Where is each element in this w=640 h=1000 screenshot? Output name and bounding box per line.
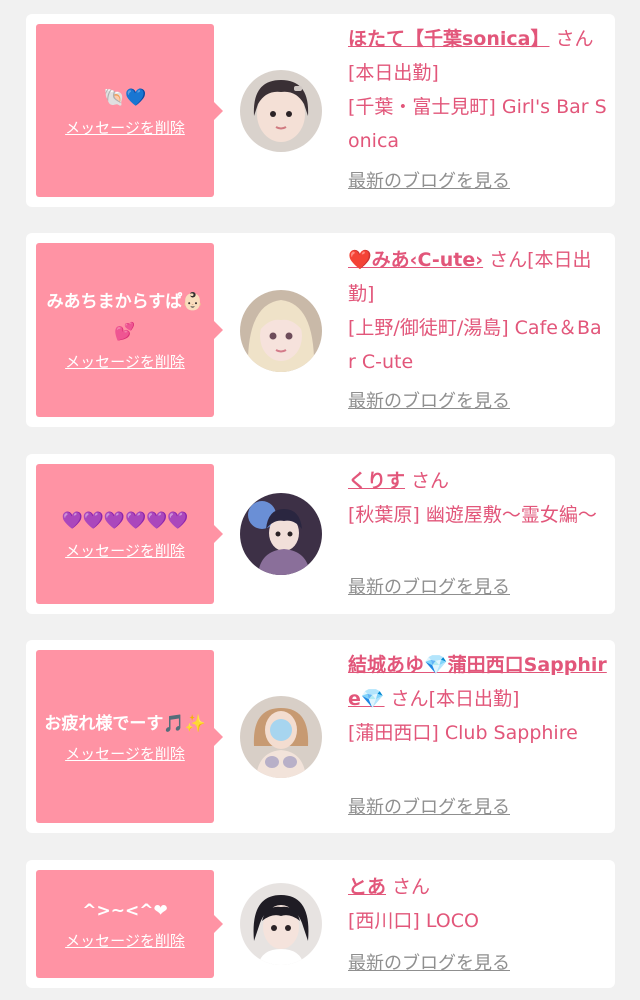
profile-info: ❤️みあ‹C-ute› さん[本日出勤] [上野/御徒町/湯島] Cafe＆Bar… (348, 243, 608, 379)
delete-message-link[interactable]: メッセージを削除 (65, 743, 185, 765)
message-text: ^>~<^❤ (82, 901, 168, 921)
shop-info: [千葉・富士見町] Girl's Bar Sonica (348, 96, 607, 152)
profile-photo-icon (240, 493, 322, 575)
message-card: みあちまからすぱ👶🏻💕 メッセージを削除 ❤️みあ‹C-ute› さん[本日出勤]… (26, 233, 615, 427)
avatar[interactable] (240, 290, 322, 372)
profile-photo-icon (240, 696, 322, 778)
shop-info: [上野/御徒町/湯島] Cafe＆Bar C-ute (348, 317, 602, 373)
shop-info: [蒲田西口] Club Sapphire (348, 722, 578, 744)
message-bubble: お疲れ様でーす🎵✨ メッセージを削除 (36, 650, 223, 823)
avatar[interactable] (240, 883, 322, 965)
attendance-status: [本日出勤] (428, 688, 520, 710)
message-bubble: みあちまからすぱ👶🏻💕 メッセージを削除 (36, 243, 223, 417)
message-card: ^>~<^❤ メッセージを削除 とあ さん [西川口] LOCO 最新のブログを見… (26, 860, 615, 988)
shop-info: [西川口] LOCO (348, 910, 479, 932)
profile-name-link[interactable]: くりす (348, 470, 405, 492)
delete-message-link[interactable]: メッセージを削除 (65, 930, 185, 952)
honorific: さん (411, 470, 450, 492)
message-card: お疲れ様でーす🎵✨ メッセージを削除 結城あゆ💎蒲田西口Sapphire💎 さん[… (26, 640, 615, 833)
latest-blog-link[interactable]: 最新のブログを見る (348, 170, 510, 194)
avatar[interactable] (240, 696, 322, 778)
shop-info: [秋葉原] 幽遊屋敷～霊女編～ (348, 504, 597, 526)
latest-blog-link[interactable]: 最新のブログを見る (348, 796, 510, 820)
honorific: さん (489, 249, 528, 271)
profile-photo-icon (240, 70, 322, 152)
profile-name-link[interactable]: ❤️みあ‹C-ute› (348, 249, 483, 271)
honorific: さん (555, 28, 594, 50)
profile-info: 結城あゆ💎蒲田西口Sapphire💎 さん[本日出勤] [蒲田西口] Club S… (348, 648, 608, 750)
honorific: さん (392, 876, 431, 898)
latest-blog-link[interactable]: 最新のブログを見る (348, 576, 510, 600)
profile-info: くりす さん [秋葉原] 幽遊屋敷～霊女編～ (348, 464, 608, 532)
avatar[interactable] (240, 70, 322, 152)
delete-message-link[interactable]: メッセージを削除 (65, 117, 185, 139)
delete-message-link[interactable]: メッセージを削除 (65, 351, 185, 373)
profile-photo-icon (240, 883, 322, 965)
profile-name-link[interactable]: ほたて【千葉sonica】 (348, 28, 550, 50)
message-card: 💜💜💜💜💜💜 メッセージを削除 くりす さん [秋葉原] 幽遊屋敷～霊女編～ 最新… (26, 454, 615, 614)
profile-info: とあ さん [西川口] LOCO (348, 870, 608, 938)
message-card: 🐚💙 メッセージを削除 ほたて【千葉sonica】 さん [本日出勤] [千葉・富士… (26, 14, 615, 207)
message-text: お疲れ様でーす🎵✨ (44, 713, 206, 734)
message-list: 🐚💙 メッセージを削除 ほたて【千葉sonica】 さん[本日出勤] [千葉・富士… (0, 0, 640, 1000)
latest-blog-link[interactable]: 最新のブログを見る (348, 390, 510, 414)
profile-info: ほたて【千葉sonica】 さん [本日出勤] [千葉・富士見町] Girl's B… (348, 22, 608, 158)
message-text: 🐚💙 (103, 87, 147, 108)
profile-name-link[interactable]: とあ (348, 876, 386, 898)
delete-message-link[interactable]: メッセージを削除 (65, 540, 185, 562)
message-text: みあちまからすぱ👶🏻💕 (46, 292, 204, 342)
profile-photo-icon (240, 290, 322, 372)
latest-blog-link[interactable]: 最新のブログを見る (348, 952, 510, 976)
message-bubble: ^>~<^❤ メッセージを削除 (36, 870, 223, 978)
honorific: さん (390, 688, 429, 710)
avatar[interactable] (240, 493, 322, 575)
message-bubble: 🐚💙 メッセージを削除 (36, 24, 223, 197)
message-text: 💜💜💜💜💜💜 (61, 511, 189, 531)
attendance-status: [本日出勤] (348, 62, 439, 84)
message-bubble: 💜💜💜💜💜💜 メッセージを削除 (36, 464, 223, 604)
